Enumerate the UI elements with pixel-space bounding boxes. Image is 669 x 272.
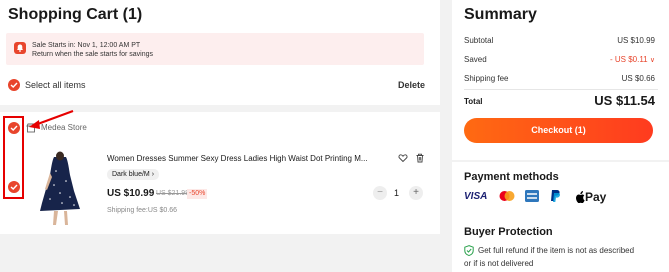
chevron-down-icon: ∨ (649, 57, 655, 64)
heart-icon[interactable] (398, 153, 408, 163)
sale-banner: Sale Starts in: Nov 1, 12:00 AM PT Retur… (6, 33, 424, 65)
total-value: US $11.54 (594, 93, 655, 108)
saved-value-group[interactable]: - US $0.11 ∨ (610, 55, 655, 64)
buyer-protection-title: Buyer Protection (464, 226, 553, 238)
variant-selector[interactable]: Dark blue/M › (107, 169, 160, 180)
amex-icon (525, 190, 539, 202)
summary-card: Summary Subtotal US $10.99 Saved - US $0… (452, 0, 669, 160)
mastercard-icon (499, 191, 515, 201)
item-old-price: US $21.98 (156, 190, 190, 197)
subtotal-label: Subtotal (464, 36, 494, 45)
annotation-arrow-store (29, 109, 74, 129)
annotation-highlight-box (3, 116, 24, 199)
summary-title: Summary (464, 6, 537, 23)
visa-icon: VISA (464, 191, 488, 202)
item-price: US $10.99 (107, 188, 155, 199)
shipping-fee-label: Shipping fee (464, 74, 509, 83)
chevron-right-icon: › (151, 171, 155, 178)
shipping-fee-value: US $0.66 (621, 74, 655, 83)
product-title[interactable]: Women Dresses Summer Sexy Dress Ladies H… (107, 154, 390, 163)
saved-value: - US $0.11 (609, 55, 648, 64)
bell-icon (14, 42, 26, 54)
total-label: Total (464, 97, 483, 106)
qty-value[interactable]: 1 (394, 188, 399, 198)
total-divider (464, 89, 658, 90)
payment-methods-title: Payment methods (464, 171, 559, 183)
check-icon (10, 82, 18, 88)
trash-icon[interactable] (415, 153, 425, 163)
checkout-button[interactable]: Checkout (1) (464, 118, 653, 143)
buyer-protection-text-2: or if is not delivered (464, 259, 534, 268)
saved-label: Saved (464, 55, 487, 64)
qty-decrement-button[interactable]: − (373, 186, 387, 200)
paypal-icon (551, 190, 561, 202)
cart-title: Shopping Cart (1) (8, 6, 143, 23)
apple-icon (576, 190, 585, 203)
delete-button[interactable]: Delete (398, 80, 425, 90)
product-image[interactable] (32, 151, 92, 229)
item-shipping-fee: Shipping fee:US $0.66 (107, 207, 178, 214)
select-all-label[interactable]: Select all items (25, 80, 86, 90)
cart-header-card: Shopping Cart (1) Sale Starts in: Nov 1,… (0, 0, 440, 105)
qty-increment-button[interactable]: + (409, 186, 423, 200)
payment-card: Payment methods VISA Pay Buyer Protectio… (452, 162, 669, 272)
apple-pay-group: Pay (575, 188, 607, 204)
discount-badge: -50% (187, 189, 208, 199)
apple-pay-label: Pay (585, 189, 607, 204)
buyer-protection-text-1: Get full refund if the item is not as de… (478, 246, 635, 255)
shield-check-icon (464, 245, 474, 256)
select-all-checkbox[interactable] (8, 79, 20, 91)
sale-return-text: Return when the sale starts for savings (32, 51, 154, 58)
variant-label: Dark blue/M (112, 171, 150, 178)
sale-start-text: Sale Starts in: Nov 1, 12:00 AM PT (32, 42, 141, 49)
subtotal-value: US $10.99 (617, 36, 655, 45)
